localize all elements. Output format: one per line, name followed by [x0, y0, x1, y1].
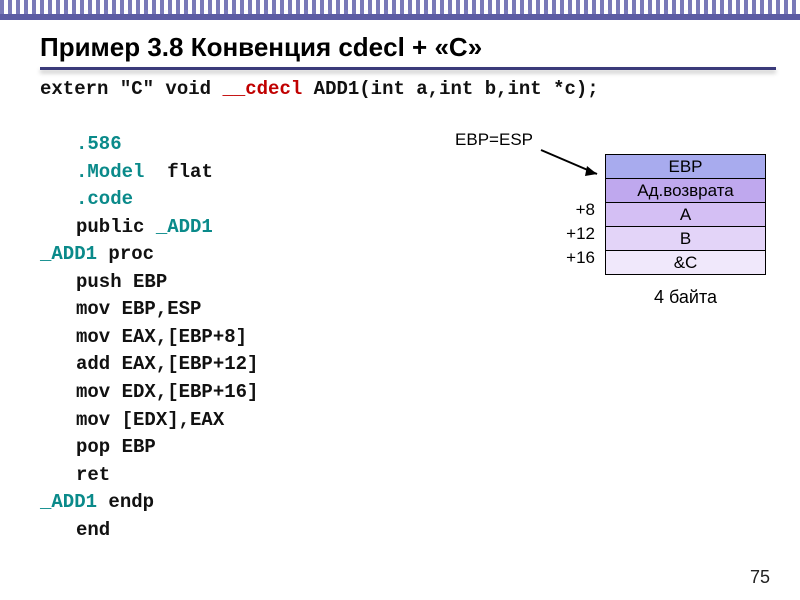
dir-public: public [76, 216, 156, 238]
line-ret: ret [76, 464, 110, 486]
stack-table: EBP Ад.возврата A B &C [605, 154, 766, 275]
model-arg: flat [167, 161, 213, 183]
proc-sym: _ADD1 [40, 243, 97, 265]
stack-row-addr-c: &C [606, 251, 766, 275]
proc-kw: proc [97, 243, 154, 265]
line-mov1: mov EBP,ESP [76, 298, 201, 320]
line-mov3: mov EDX,[EBP+16] [76, 381, 258, 403]
slide-title: Пример 3.8 Конвенция cdecl + «С» [40, 32, 776, 63]
title-underline [40, 67, 776, 70]
decl-suffix: ADD1(int a,int b,int *c); [302, 78, 598, 100]
decl-line: extern "C" void __cdecl ADD1(int a,int b… [40, 76, 776, 104]
code-block: extern "C" void __cdecl ADD1(int a,int b… [40, 76, 776, 544]
decl-cdecl: __cdecl [222, 78, 302, 100]
offset-12: +12 [549, 224, 595, 244]
stack-diagram: EBP=ESP +8 +12 +16 EBP Ад.возврата A B &… [605, 154, 766, 308]
line-pop: pop EBP [76, 436, 156, 458]
stack-row-return: Ад.возврата [606, 179, 766, 203]
endp-kw: endp [97, 491, 154, 513]
public-sym: _ADD1 [156, 216, 213, 238]
line-mov2: mov EAX,[EBP+8] [76, 326, 247, 348]
dir-model: .Model [76, 161, 144, 183]
line-mov4: mov [EDX],EAX [76, 409, 224, 431]
decorative-top-bar [0, 0, 800, 20]
line-push: push EBP [76, 271, 167, 293]
stack-row-b: B [606, 227, 766, 251]
line-add: add EAX,[EBP+12] [76, 353, 258, 375]
slide-body: Пример 3.8 Конвенция cdecl + «С» extern … [26, 26, 790, 590]
line-end: end [76, 519, 110, 541]
stack-row-ebp: EBP [606, 155, 766, 179]
dir-code: .code [76, 188, 133, 210]
pointer-label: EBP=ESP [433, 130, 533, 150]
decl-prefix: extern "C" void [40, 78, 222, 100]
endp-sym: _ADD1 [40, 491, 97, 513]
pointer-arrow-icon [539, 144, 609, 184]
dir-586: .586 [76, 133, 122, 155]
offset-16: +16 [549, 248, 595, 268]
stack-caption: 4 байта [605, 281, 766, 308]
offset-8: +8 [549, 200, 595, 220]
stack-row-a: A [606, 203, 766, 227]
page-number: 75 [750, 567, 770, 588]
